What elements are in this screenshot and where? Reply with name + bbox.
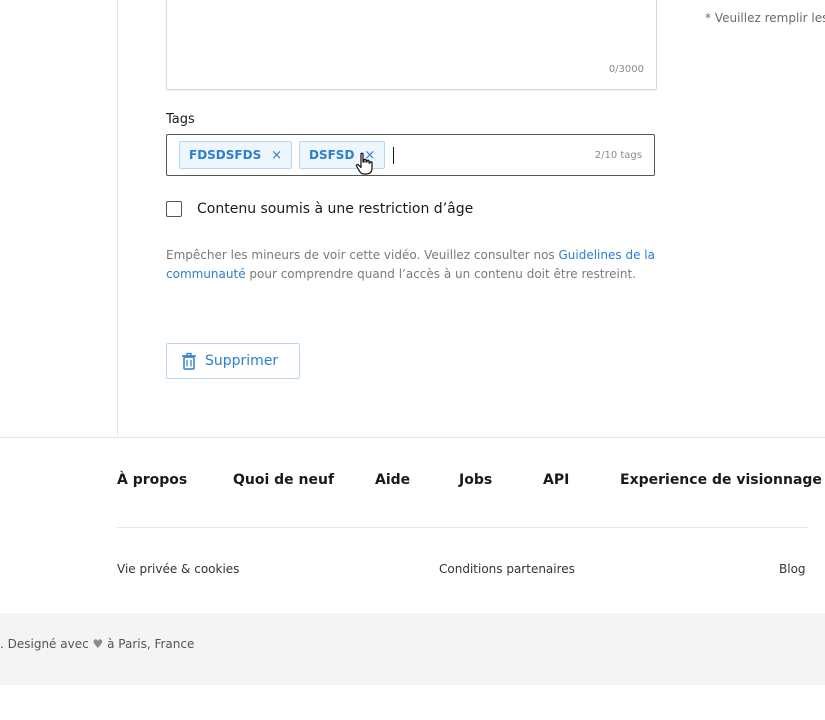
footer-bottom-bar: . Designé avec ♥ à Paris, France: [0, 613, 825, 685]
heart-icon: ♥: [92, 637, 104, 651]
tags-label: Tags: [166, 112, 195, 127]
trash-icon: [182, 352, 196, 370]
age-help-text-end: pour comprendre quand l’accès à un conte…: [245, 267, 636, 281]
tags-input[interactable]: FDSDSFDS × DSFSD × 2/10 tags: [166, 134, 655, 176]
made-in-location: à Paris, France: [103, 637, 195, 651]
delete-button[interactable]: Supprimer: [166, 343, 300, 379]
footer-link-blog[interactable]: Blog: [779, 562, 806, 576]
page: 0/3000 * Veuillez remplir les Tags FDSDS…: [0, 0, 825, 720]
text-caret: [393, 147, 394, 164]
made-in-paris: . Designé avec ♥ à Paris, France: [0, 637, 194, 651]
footer-divider: [117, 527, 808, 528]
age-restriction-label[interactable]: Contenu soumis à une restriction d’âge: [197, 201, 473, 217]
footer-link-api[interactable]: API: [543, 472, 569, 488]
page-bottom: [0, 685, 825, 720]
required-fields-note: * Veuillez remplir les: [705, 11, 825, 25]
footer-link-help[interactable]: Aide: [375, 472, 410, 488]
video-edit-form: 0/3000 * Veuillez remplir les Tags FDSDS…: [0, 0, 825, 437]
tag-chip-label: FDSDSFDS: [189, 148, 262, 162]
description-char-counter: 0/3000: [608, 64, 644, 75]
age-restriction-help: Empêcher les mineurs de voir cette vidéo…: [166, 246, 656, 284]
footer-nav: À propos Quoi de neuf Aide Jobs API Expe…: [0, 472, 825, 492]
footer: À propos Quoi de neuf Aide Jobs API Expe…: [0, 437, 825, 614]
remove-tag-icon[interactable]: ×: [271, 148, 282, 163]
footer-link-about[interactable]: À propos: [117, 472, 187, 488]
tag-chip-label: DSFSD: [309, 148, 355, 162]
hand-pointer-icon: [355, 152, 373, 175]
tag-chip: FDSDSFDS ×: [179, 141, 293, 169]
age-restriction-checkbox[interactable]: [166, 201, 182, 217]
footer-link-viewing-experience[interactable]: Experience de visionnage: [620, 472, 822, 488]
footer-link-jobs[interactable]: Jobs: [459, 472, 492, 488]
footer-link-partner-terms[interactable]: Conditions partenaires: [439, 562, 575, 576]
description-textarea[interactable]: 0/3000: [166, 0, 657, 90]
made-in-text: . Designé avec: [0, 637, 93, 651]
footer-link-whats-new[interactable]: Quoi de neuf: [233, 472, 334, 488]
footer-link-privacy[interactable]: Vie privée & cookies: [117, 562, 239, 576]
tag-count: 2/10 tags: [594, 150, 642, 161]
delete-button-label: Supprimer: [205, 353, 279, 369]
sidebar-divider: [117, 0, 118, 437]
age-help-text: Empêcher les mineurs de voir cette vidéo…: [166, 248, 559, 262]
